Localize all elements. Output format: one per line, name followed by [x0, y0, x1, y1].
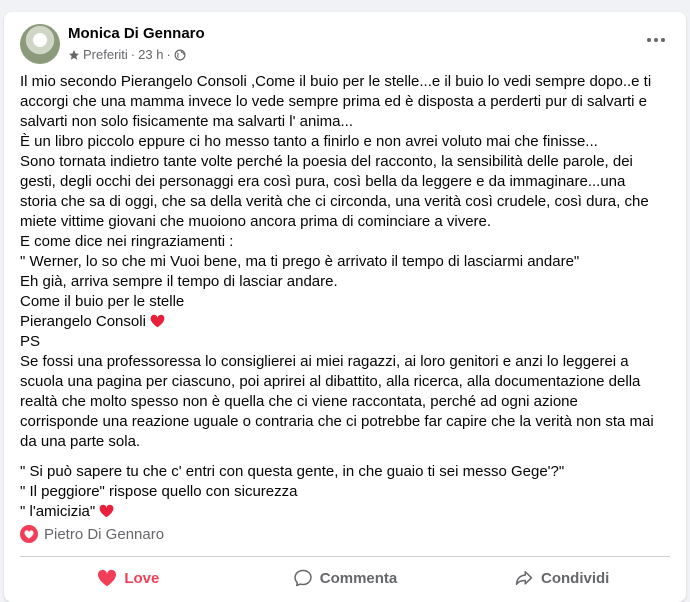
post-line: Sono tornata indietro tante volte perché…: [20, 153, 633, 170]
post-meta: Preferiti · 23 h ·: [68, 47, 186, 62]
love-reaction-icon: [20, 525, 38, 543]
post-line: realtà che molto spesso non è quella che…: [20, 393, 578, 410]
post-line: Eh già, arriva sempre il tempo di lascia…: [20, 273, 338, 290]
action-bar: Love Commenta Condividi: [20, 560, 670, 596]
love-label: Love: [124, 569, 160, 587]
post-line: da una parte sola.: [20, 433, 141, 450]
love-button[interactable]: Love: [20, 560, 237, 596]
more-options-button[interactable]: [638, 30, 674, 50]
comment-label: Commenta: [319, 569, 398, 587]
meta-separator-2: ·: [166, 47, 171, 62]
quote-line: " l'amicizia": [20, 503, 96, 520]
more-icon: [647, 38, 651, 42]
meta-label[interactable]: Preferiti: [83, 47, 128, 62]
post-line: corrisponde una reazione uguale o contra…: [20, 413, 654, 430]
post-line: salvarti non solo fisicamente ma salvart…: [20, 113, 353, 130]
post-line: accorgi che una mamma invece lo vede sem…: [20, 93, 647, 110]
heart-icon: [99, 504, 114, 518]
divider: [20, 556, 670, 557]
quote-line: " Si può sapere tu che c' entri con ques…: [20, 463, 565, 480]
heart-icon: [150, 314, 165, 328]
author-avatar[interactable]: [20, 24, 60, 64]
reactions-name[interactable]: Pietro Di Gennaro: [44, 526, 164, 543]
globe-icon: [174, 49, 186, 60]
post-line: miete vittime giovani che muoiono ancora…: [20, 213, 492, 230]
post-line: Pierangelo Consoli: [20, 313, 146, 330]
post-text: Il mio secondo Pierangelo Consoli ,Come …: [20, 72, 670, 522]
quote-line-with-heart: " l'amicizia": [20, 502, 670, 522]
post-line-with-heart: Pierangelo Consoli: [20, 312, 670, 332]
star-icon: [69, 49, 79, 60]
post-line: Il mio secondo Pierangelo Consoli ,Come …: [20, 73, 652, 90]
post-line: Come il buio per le stelle: [20, 293, 185, 310]
post-card: Monica Di Gennaro Preferiti · 23 h · Il …: [4, 12, 686, 602]
reactions-summary[interactable]: Pietro Di Gennaro: [20, 525, 164, 543]
share-icon: [515, 571, 533, 585]
post-line: storia che sa di oggi, che sa della veri…: [20, 193, 649, 210]
post-line: gesti, degli occhi dei personaggi era co…: [20, 173, 626, 190]
share-button[interactable]: Condividi: [453, 560, 670, 596]
post-line: È un libro piccolo eppure ci ho messo ta…: [20, 133, 598, 150]
post-line: Se fossi una professoressa lo consiglier…: [20, 353, 629, 370]
post-line: PS: [20, 333, 41, 350]
post-line: E come dice nei ringraziamenti :: [20, 233, 234, 250]
post-line: " Werner, lo so che mi Vuoi bene, ma ti …: [20, 253, 580, 270]
author-name[interactable]: Monica Di Gennaro: [68, 25, 205, 42]
quote-line: " Il peggiore" rispose quello con sicure…: [20, 483, 298, 500]
post-line: scuola una pagina per ciascuno, poi apri…: [20, 373, 641, 390]
heart-icon: [98, 569, 117, 587]
share-label: Condividi: [541, 569, 610, 587]
comment-icon: [294, 569, 312, 587]
post-time[interactable]: 23 h: [138, 47, 163, 62]
meta-separator: ·: [130, 47, 136, 62]
comment-button[interactable]: Commenta: [237, 560, 454, 596]
